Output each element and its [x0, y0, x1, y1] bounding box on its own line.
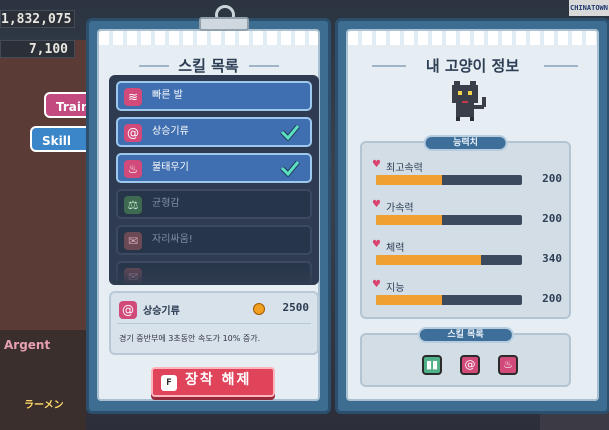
stat-bar [376, 255, 522, 265]
argent-sign: Argent [4, 338, 51, 352]
heart-icon: ♥ [372, 159, 381, 170]
skill-detail-name: 상승기류 [143, 306, 180, 317]
coin-icon [253, 303, 265, 315]
secondary-counter: 7,100 [0, 40, 75, 58]
snow-trim [348, 31, 597, 45]
equipped-skills-tag: 스킬 목록 [417, 327, 514, 343]
skill-price: 2500 [282, 301, 310, 314]
skill-label: 불태우기 [152, 162, 189, 173]
stat-row: ♥ 지능 200 [372, 279, 562, 313]
stat-row: ♥ 체력 340 [372, 239, 562, 273]
skill-list-page: 스킬 목록 ≋ 빠른 발 @ 상승기류 ♨ 불태우기 ⚖ 균형감 ✉ 자리싸움!… [86, 5, 331, 414]
divider [117, 323, 311, 324]
stat-value: 200 [542, 172, 562, 185]
pause-icon[interactable]: ▮▮ [422, 355, 442, 375]
stat-bar-fill [376, 255, 482, 265]
skill-label: 균형감 [152, 198, 180, 209]
skill-label: 빠른 발 [152, 90, 183, 101]
spiral-icon: @ [124, 124, 142, 142]
stat-value: 200 [542, 292, 562, 305]
equipped-skills-panel: 스킬 목록 ▮▮ @ ♨ [360, 327, 571, 387]
flame-icon[interactable]: ♨ [498, 355, 518, 375]
skill-item-updraft[interactable]: @ 상승기류 [116, 117, 312, 147]
cat-info-page: 내 고양이 정보 능력치 ♥ 최고속력 200 ♥ 가속력 200 ♥ 체력 340 ♥ 지능 200 [335, 18, 609, 414]
spiral-icon: @ [119, 301, 137, 319]
stat-label: 최고속력 [386, 163, 423, 174]
stat-bar [376, 175, 522, 185]
stat-label: 체력 [386, 243, 405, 254]
stat-bar-fill [376, 215, 442, 225]
stat-row: ♥ 최고속력 200 [372, 159, 562, 193]
clipboard-clip-icon [199, 5, 249, 35]
skill-label: 자리싸움! [152, 234, 193, 245]
unequip-button[interactable]: F 장착 해제 [151, 367, 275, 397]
skill-item-burn[interactable]: ♨ 불태우기 [116, 153, 312, 183]
skill-item-balance[interactable]: ⚖ 균형감 [116, 189, 312, 219]
skill-description: 경기 중반부에 3초동안 속도가 10% 증가. [119, 334, 261, 343]
spiral-icon[interactable]: @ [460, 355, 480, 375]
heart-icon: ♥ [372, 239, 381, 250]
key-hint: F [161, 375, 177, 391]
lock-icon: ✉ [124, 232, 142, 250]
stat-bar-fill [376, 175, 442, 185]
stat-bar [376, 295, 522, 305]
list-fade [109, 263, 319, 285]
ramen-sign: ラーメン [24, 400, 64, 411]
stat-bar-fill [376, 295, 442, 305]
skill-item-quick-feet[interactable]: ≋ 빠른 발 [116, 81, 312, 111]
stats-panel: 능력치 ♥ 최고속력 200 ♥ 가속력 200 ♥ 체력 340 ♥ 지능 200 [360, 135, 571, 319]
stat-value: 340 [542, 252, 562, 265]
stats-tag: 능력치 [423, 135, 508, 151]
cat-info-title: 내 고양이 정보 [425, 57, 520, 75]
running-shoe-icon: ≋ [124, 88, 142, 106]
unequip-button-label: 장착 해제 [185, 372, 252, 388]
skill-detail-panel: @ 상승기류 2500 경기 중반부에 3초동안 속도가 10% 증가. [109, 291, 319, 355]
flame-icon: ♨ [124, 160, 142, 178]
balance-icon: ⚖ [124, 196, 142, 214]
cat-info-book: 스킬 목록 ≋ 빠른 발 @ 상승기류 ♨ 불태우기 ⚖ 균형감 ✉ 자리싸움!… [86, 5, 609, 418]
money-counter: 1,832,075 [0, 10, 75, 28]
stat-row: ♥ 가속력 200 [372, 199, 562, 233]
skill-list-title: 스킬 목록 [178, 57, 239, 75]
stat-bar [376, 215, 522, 225]
heart-icon: ♥ [372, 199, 381, 210]
cat-portrait [452, 81, 486, 121]
skill-label: 상승기류 [152, 126, 189, 137]
skill-item-position-fight[interactable]: ✉ 자리싸움! [116, 225, 312, 255]
chinatown-sign: CHINATOWN [569, 0, 609, 16]
check-icon [280, 160, 300, 177]
stat-label: 가속력 [386, 203, 414, 214]
check-icon [280, 124, 300, 141]
stat-value: 200 [542, 212, 562, 225]
heart-icon: ♥ [372, 279, 381, 290]
stat-label: 지능 [386, 283, 405, 294]
skill-list[interactable]: ≋ 빠른 발 @ 상승기류 ♨ 불태우기 ⚖ 균형감 ✉ 자리싸움! [109, 75, 319, 285]
